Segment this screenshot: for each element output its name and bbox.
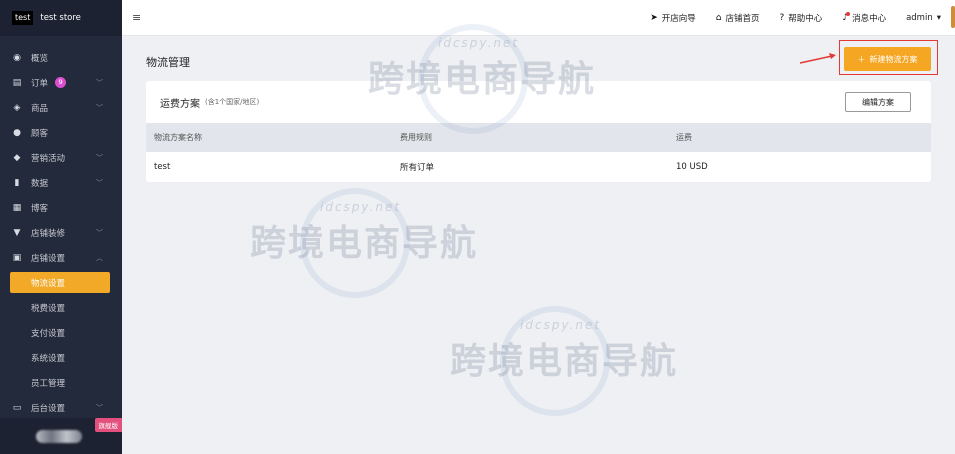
- sidebar-subitem-system[interactable]: 系统设置: [0, 345, 122, 370]
- card-subtitle: (含1个国家/地区): [205, 98, 260, 106]
- chevron-down-icon: ﹀: [96, 104, 103, 112]
- data-icon: ▮: [14, 177, 20, 188]
- notification-dot: [846, 11, 851, 16]
- store-home-link[interactable]: ⌂ 店铺首页: [716, 12, 760, 24]
- chevron-down-icon: ﹀: [96, 404, 103, 412]
- chevron-down-icon: ﹀: [96, 79, 103, 87]
- sidebar-item-decor[interactable]: ▼ 店铺装修 ﹀: [0, 220, 122, 245]
- sidebar-subitem-payment[interactable]: 支付设置: [0, 320, 122, 345]
- table-header: 物流方案名称 费用规则 运费: [146, 123, 931, 152]
- sidebar-item-label: 数据: [31, 178, 49, 189]
- new-shipping-plan-label: 新建物流方案: [869, 54, 918, 64]
- chevron-down-icon: ﹀: [96, 179, 103, 187]
- store-logo: test: [12, 11, 34, 25]
- column-header-rule: 费用规则: [400, 133, 432, 142]
- sidebar-item-orders[interactable]: ▤ 订单 9 ﹀: [0, 70, 122, 95]
- column-header-fee: 运费: [676, 133, 692, 142]
- chevron-up-icon: ︿: [96, 254, 103, 262]
- monitor-icon: ▭: [12, 402, 22, 413]
- sidebar-item-label: 营销活动: [31, 153, 66, 164]
- sidebar-item-products[interactable]: ◈ 商品 ﹀: [0, 95, 122, 120]
- annotation-arrow-icon: [799, 53, 836, 64]
- home-icon: ⌂: [715, 12, 722, 23]
- plus-icon: ＋: [857, 54, 866, 64]
- fee-rule-cell: 所有订单: [400, 163, 435, 173]
- edit-plan-button[interactable]: 编辑方案: [845, 92, 911, 112]
- sidebar-item-label: 后台设置: [31, 403, 66, 414]
- sidebar-item-label: 店铺装修: [31, 228, 66, 239]
- scrollbar-handle[interactable]: [951, 6, 955, 28]
- shipping-plan-card: 运费方案 (含1个国家/地区) 编辑方案 物流方案名称 费用规则 运费 test…: [146, 81, 931, 182]
- user-menu[interactable]: admin ▾: [906, 13, 941, 23]
- blog-icon: ▦: [12, 202, 22, 213]
- plan-name-cell: test: [154, 162, 171, 172]
- table-row[interactable]: test 所有订单 10 USD: [146, 152, 931, 182]
- sidebar-item-label: 概览: [31, 53, 49, 64]
- chevron-down-icon: ﹀: [96, 229, 103, 237]
- topbar: ≡ ➤ 开店向导 ⌂ 店铺首页 ? 帮助中心 ♪ 消息中心 admin ▾: [122, 0, 955, 36]
- sidebar-item-overview[interactable]: ◉ 概览: [0, 45, 122, 70]
- sidebar-item-backend[interactable]: ▭ 后台设置 ﹀: [0, 395, 122, 420]
- orders-icon: ▤: [12, 77, 22, 88]
- marketing-icon: ◆: [13, 152, 21, 163]
- sidebar-nav: ◉ 概览 ▤ 订单 9 ﹀ ◈ 商品 ﹀ ● 顾客 ◆ 营销活动 ﹀ ▮ 数据 …: [0, 36, 122, 420]
- sidebar-subitem-shipping[interactable]: 物流设置: [10, 272, 110, 293]
- bell-icon: ♪: [842, 11, 851, 23]
- sidebar-item-data[interactable]: ▮ 数据 ﹀: [0, 170, 122, 195]
- top-links: ➤ 开店向导 ⌂ 店铺首页 ? 帮助中心 ♪ 消息中心 admin ▾: [650, 11, 955, 24]
- blurred-account-pill[interactable]: [36, 430, 82, 443]
- sidebar-item-label: 顾客: [31, 128, 49, 139]
- sidebar-item-label: 订单: [31, 78, 49, 89]
- card-title: 运费方案: [160, 98, 200, 110]
- products-icon: ◈: [13, 102, 21, 113]
- message-center-label: 消息中心: [852, 13, 887, 24]
- card-header: 运费方案 (含1个国家/地区) 编辑方案: [146, 81, 931, 123]
- sidebar-item-label: 店铺设置: [31, 253, 66, 264]
- dashboard-icon: ◉: [13, 52, 21, 63]
- customers-icon: ●: [13, 127, 21, 138]
- decor-icon: ▼: [13, 227, 21, 238]
- flagship-badge: 旗舰版: [94, 418, 122, 432]
- user-name: admin: [906, 12, 933, 23]
- sidebar-footer: 旗舰版: [0, 418, 122, 454]
- message-center-link[interactable]: ♪ 消息中心: [842, 11, 887, 24]
- main-content: 物流管理 ＋ 新建物流方案 运费方案 (含1个国家/地区) 编辑方案 物流方案名…: [122, 36, 955, 454]
- chevron-down-icon: ﹀: [96, 154, 103, 162]
- setup-guide-link[interactable]: ➤ 开店向导: [650, 12, 696, 24]
- sidebar-subitem-staff[interactable]: 员工管理: [0, 370, 122, 395]
- setup-guide-label: 开店向导: [661, 13, 696, 24]
- sidebar-item-blog[interactable]: ▦ 博客: [0, 195, 122, 220]
- sidebar-item-store-settings[interactable]: ▣ 店铺设置 ︿: [0, 245, 122, 270]
- store-home-label: 店铺首页: [725, 13, 760, 24]
- column-header-name: 物流方案名称: [154, 133, 202, 142]
- new-shipping-plan-button[interactable]: ＋ 新建物流方案: [844, 47, 931, 71]
- help-center-label: 帮助中心: [788, 13, 823, 24]
- menu-toggle-icon[interactable]: ≡: [132, 11, 141, 24]
- settings-icon: ▣: [12, 252, 22, 263]
- store-name: test store: [40, 13, 81, 23]
- fee-cell: 10 USD: [676, 162, 708, 172]
- sidebar: test test store ◉ 概览 ▤ 订单 9 ﹀ ◈ 商品 ﹀ ● 顾…: [0, 0, 122, 454]
- sidebar-item-label: 博客: [31, 203, 49, 214]
- sidebar-subitem-tax[interactable]: 税费设置: [0, 295, 122, 320]
- help-center-link[interactable]: ? 帮助中心: [780, 12, 823, 24]
- page-title: 物流管理: [146, 56, 190, 69]
- sidebar-item-label: 商品: [31, 103, 49, 114]
- orders-count-badge: 9: [55, 77, 67, 88]
- send-icon: ➤: [650, 12, 658, 23]
- sidebar-item-marketing[interactable]: ◆ 营销活动 ﹀: [0, 145, 122, 170]
- sidebar-item-customers[interactable]: ● 顾客: [0, 120, 122, 145]
- help-icon: ?: [779, 12, 785, 23]
- caret-down-icon: ▾: [936, 12, 941, 23]
- brand[interactable]: test test store: [0, 0, 122, 36]
